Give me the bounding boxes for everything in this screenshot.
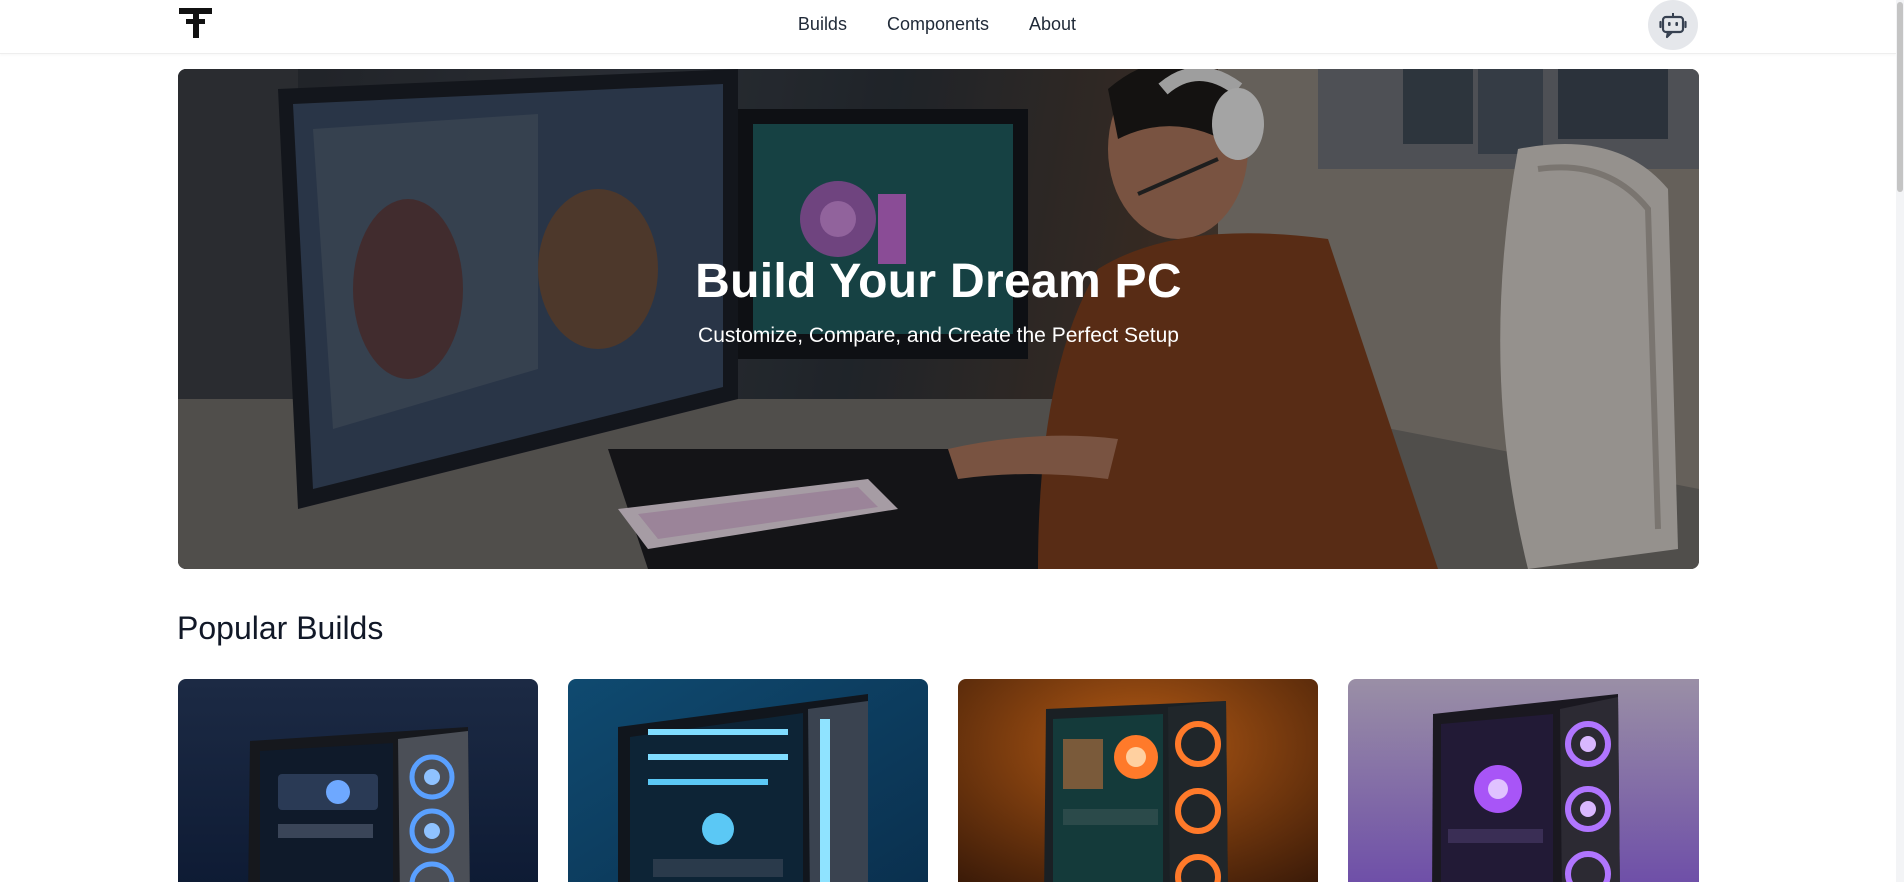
hero-subtitle: Customize, Compare, and Create the Perfe… (698, 324, 1179, 347)
top-navbar: Builds Components About (0, 0, 1896, 54)
hero-title: Build Your Dream PC (695, 255, 1182, 308)
build-card-3[interactable] (958, 679, 1318, 882)
main-nav: Builds Components About (0, 0, 1896, 48)
chatbot-button[interactable] (1648, 0, 1698, 50)
pc-build-orange-fans-image (958, 679, 1318, 882)
pc-build-purple-fans-image (1348, 679, 1699, 882)
scrollbar-thumb[interactable] (1897, 2, 1903, 192)
nav-link-components[interactable]: Components (887, 14, 989, 35)
build-card-1[interactable] (178, 679, 538, 882)
build-card-2[interactable] (568, 679, 928, 882)
nav-link-builds[interactable]: Builds (798, 14, 847, 35)
nav-link-about[interactable]: About (1029, 14, 1076, 35)
popular-builds-heading: Popular Builds (177, 610, 384, 646)
build-card-4[interactable] (1348, 679, 1699, 882)
hero-dark-overlay (178, 69, 1699, 569)
popular-builds-grid (178, 679, 1699, 882)
pc-build-blue-fans-image (178, 679, 538, 882)
pc-build-cyan-glass-image (568, 679, 928, 882)
hero-banner: Build Your Dream PC Customize, Compare, … (178, 69, 1699, 569)
page-scrollbar[interactable] (1896, 0, 1904, 882)
chatbot-icon (1659, 13, 1687, 39)
